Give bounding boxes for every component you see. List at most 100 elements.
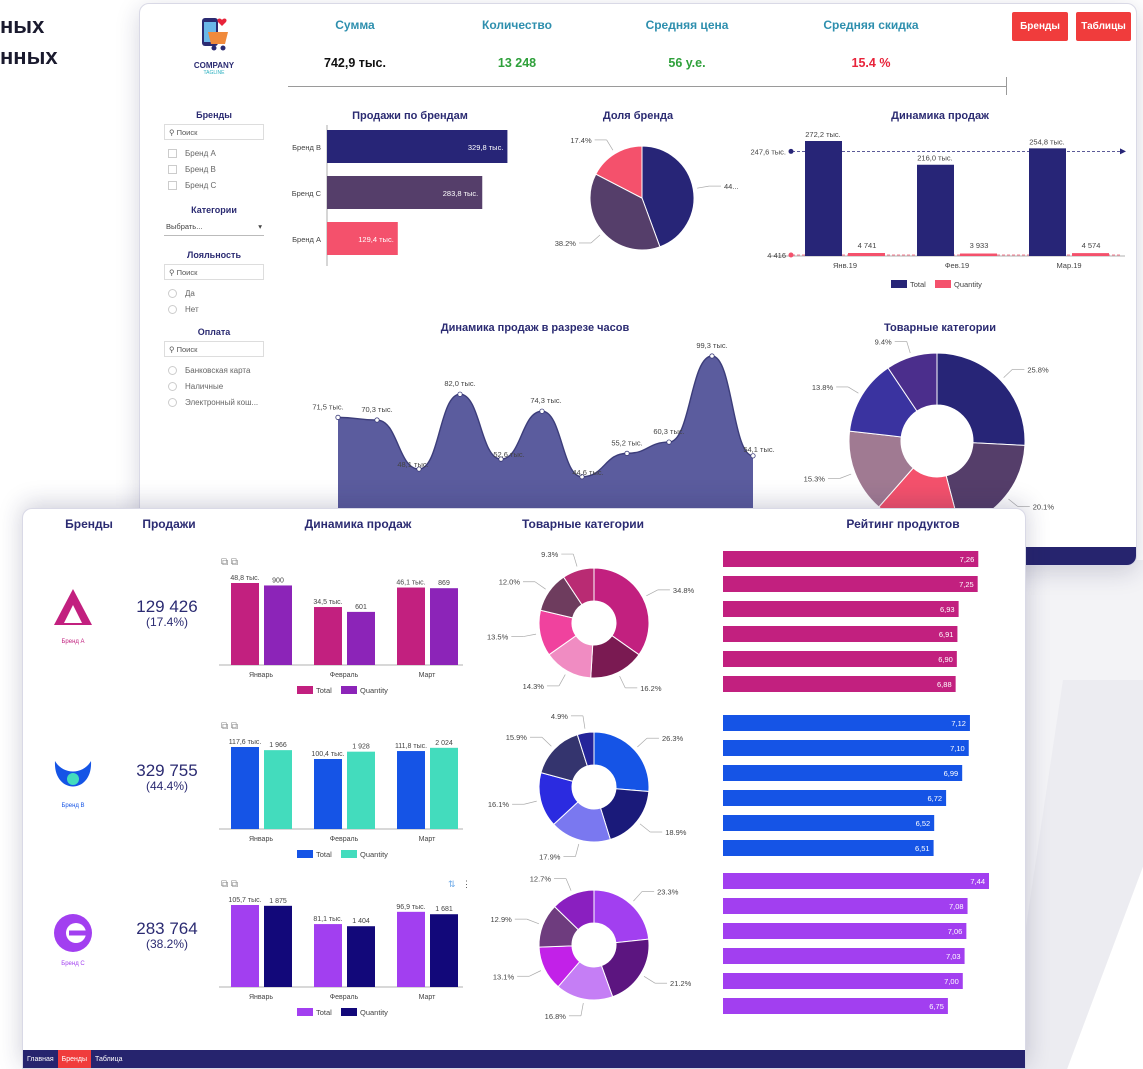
pie-label: 13.8%: [812, 383, 834, 392]
rating-value-label: 6,99: [944, 769, 959, 778]
pie-leader-line: [558, 674, 566, 687]
bar-total: [917, 164, 954, 256]
screenshot-stage: ных нных COMPANY TAGLINE Сумма 742,9 тыс.…: [0, 0, 1143, 1069]
rating-bar: [723, 948, 965, 964]
rating-value-label: 7,00: [944, 977, 959, 986]
rating-bar: [723, 651, 957, 667]
hero-line: ных: [0, 13, 45, 38]
brand-logo-label: Бренд А: [61, 639, 84, 645]
pie-label: 25.8%: [1027, 365, 1049, 374]
pie-leader-line: [534, 581, 546, 590]
tab-home[interactable]: Главная: [23, 1050, 58, 1068]
pie-label: 13.1%: [493, 972, 515, 981]
hero-heading-fragment: ных нных: [0, 10, 58, 72]
pie-label: 16.8%: [545, 1012, 567, 1021]
pie-label: 12.9%: [491, 915, 513, 924]
rating-value-label: 6,93: [940, 605, 955, 614]
bar-quantity: [264, 750, 292, 829]
legend-label: Total: [316, 1008, 332, 1017]
tab-brands[interactable]: Бренды: [57, 1050, 92, 1068]
area-point: [374, 417, 380, 423]
copy-icon: ⧉ ⧉: [221, 557, 238, 568]
rating-value-label: 7,03: [946, 952, 961, 961]
reference-dot: [788, 148, 794, 154]
rating-bar: [723, 873, 989, 889]
area-point: [709, 353, 715, 359]
brand-logo: Бренд B: [54, 761, 92, 809]
category-label: Февраль: [330, 994, 359, 1001]
legend-label: Total: [316, 850, 332, 859]
legend-label: Quantity: [954, 280, 982, 289]
pie-leader-line: [523, 633, 537, 637]
bar-value-label: 129,4 тыс.: [358, 235, 394, 244]
pie-label: 17.4%: [570, 136, 592, 145]
area-value-label: 44,6 тыс.: [572, 468, 603, 477]
pie-label: 38.2%: [555, 239, 577, 248]
category-label: Февраль: [330, 836, 359, 843]
rating-bar: [723, 765, 963, 781]
category-label: Январь: [249, 836, 273, 843]
bar-quantity: [264, 585, 292, 665]
copy-icon: ⧉ ⧉: [221, 879, 238, 890]
pie-label: 18.9%: [665, 828, 687, 837]
pie-leader-line: [643, 976, 656, 984]
bar-value-label: 46,1 тыс.: [396, 580, 425, 587]
pie-slice: [936, 352, 1026, 446]
rating-bar: [723, 898, 968, 914]
pie-label: 14.3%: [523, 682, 545, 691]
area-point: [457, 391, 463, 397]
rating-bar: [723, 840, 934, 856]
pie-leader-line: [526, 918, 540, 925]
bar-total: [397, 911, 425, 987]
pie-leader-line: [528, 970, 542, 977]
bar-quantity: [264, 905, 292, 987]
pie-label: 34.8%: [673, 586, 695, 595]
bar-value-label: 3 933: [970, 241, 989, 250]
area-value-label: 60,3 тыс.: [653, 427, 684, 436]
bar-quantity: [430, 588, 458, 665]
sort-icon: ⇅: [448, 879, 456, 889]
bar-value-label: 4 574: [1082, 241, 1101, 250]
rating-value-label: 7,08: [949, 902, 964, 911]
reference-dot: [788, 252, 794, 258]
pie-label: 16.2%: [640, 684, 662, 693]
tab-table[interactable]: Таблица: [91, 1050, 126, 1068]
pie-label: 23.3%: [657, 887, 679, 896]
bar-value-label: 272,2 тыс.: [805, 130, 841, 139]
legend-swatch: [341, 1008, 357, 1016]
legend-swatch: [297, 686, 313, 694]
bar-value-label: 1 681: [435, 906, 453, 913]
rating-bar: [723, 923, 967, 939]
rating-value-label: 7,44: [970, 877, 985, 886]
pie-label: 13.5%: [487, 633, 509, 642]
rating-value-label: 6,52: [916, 819, 931, 828]
pie-leader-line: [639, 823, 651, 833]
pie-leader-line: [697, 185, 710, 189]
rating-value-label: 7,12: [951, 719, 966, 728]
pie-label: 17.9%: [539, 853, 561, 862]
reference-arrow: [1120, 148, 1126, 155]
bar-quantity: [347, 751, 375, 829]
brand-b-logo-dot: [67, 773, 79, 785]
rating-bar: [723, 815, 935, 831]
pie-leader-line: [590, 234, 601, 244]
legend-swatch: [297, 1008, 313, 1016]
rating-bar: [723, 998, 948, 1014]
rating-bar: [723, 790, 947, 806]
pie-label: 15.9%: [506, 733, 528, 742]
rating-bar: [723, 576, 978, 592]
bar-total: [314, 924, 342, 987]
bar-value-label: 81,1 тыс.: [313, 916, 342, 923]
pie-leader-line: [646, 589, 659, 597]
area-point: [666, 439, 672, 445]
category-label: Бренд А: [292, 235, 321, 244]
rating-bar: [723, 973, 963, 989]
bar-total: [397, 751, 425, 829]
pie-leader-line: [1008, 498, 1018, 507]
brand-c-logo-bar: [69, 930, 91, 936]
main-dashboard-charts: Бренд B 329,8 тыс. Бренд C 283,8 тыс. Бренд …: [292, 125, 1126, 565]
pie-leader-line: [565, 878, 572, 891]
category-label: Бренд C: [292, 189, 322, 198]
bar-value-label: 34,5 тыс.: [313, 599, 342, 606]
bar-total: [397, 587, 425, 665]
